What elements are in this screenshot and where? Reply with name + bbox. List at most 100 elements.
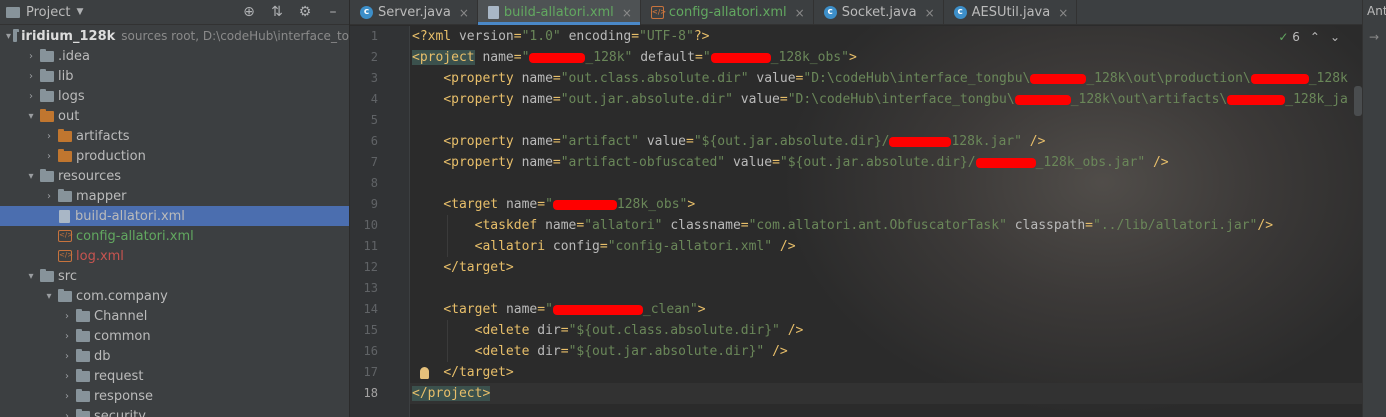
chevron-right-icon[interactable]: › — [60, 331, 74, 342]
inspection-count: 6 — [1292, 30, 1300, 44]
tree-item-label: resources — [58, 168, 122, 184]
tab-label: build-allatori.xml — [503, 5, 614, 20]
tree-item[interactable]: </> config-allatori.xml — [0, 226, 349, 246]
chevron-up-icon[interactable]: ⌃ — [1310, 30, 1320, 44]
chevron-right-icon[interactable]: › — [60, 391, 74, 402]
tree-item[interactable]: › request — [0, 366, 349, 386]
chevron-down-icon[interactable]: ▾ — [24, 111, 38, 122]
lightbulb-icon[interactable] — [420, 367, 429, 379]
tree-item[interactable]: › db — [0, 346, 349, 366]
line-number: 7 — [370, 155, 378, 169]
editor-tab[interactable]: build-allatori.xml × — [477, 0, 641, 25]
chevron-right-icon[interactable]: › — [60, 411, 74, 417]
tree-item[interactable]: ▾ resources — [0, 166, 349, 186]
chevron-right-icon[interactable]: › — [42, 191, 56, 202]
editor-tab[interactable]: c Server.java × — [350, 0, 478, 25]
tree-item[interactable]: ▾ src — [0, 266, 349, 286]
chevron-right-icon[interactable]: › — [24, 71, 38, 82]
editor-tab[interactable]: c AESUtil.java × — [944, 0, 1078, 25]
inspection-widget[interactable]: ✓ 6 ⌃ ⌄ — [1278, 30, 1340, 44]
tree-item[interactable]: › logs — [0, 86, 349, 106]
code-line[interactable]: <target name=" 128k_obs"> — [412, 194, 695, 215]
close-icon[interactable]: × — [622, 6, 632, 20]
tree-item-label: com.company — [76, 288, 168, 304]
close-icon[interactable]: × — [459, 6, 469, 20]
chevron-right-icon[interactable]: › — [60, 311, 74, 322]
chevron-down-icon[interactable]: ▾ — [24, 171, 38, 182]
gear-icon[interactable]: ⚙ — [297, 4, 313, 20]
line-number: 15 — [363, 323, 378, 337]
tree-item[interactable]: › security — [0, 406, 349, 417]
tree-item[interactable]: build-allatori.xml — [0, 206, 349, 226]
tree-item-label: common — [94, 328, 151, 344]
tree-item-label: artifacts — [76, 128, 130, 144]
code-line[interactable]: <allatori config="config-allatori.xml" /… — [412, 236, 796, 257]
code-line[interactable]: <property name="out.jar.absolute.dir" va… — [412, 89, 1348, 110]
tree-item[interactable]: › Channel — [0, 306, 349, 326]
tree-item[interactable]: ▾ out — [0, 106, 349, 126]
editor-tab[interactable]: c Socket.java × — [814, 0, 944, 25]
tree-item[interactable]: ▾ com.company — [0, 286, 349, 306]
tree-item[interactable]: › mapper — [0, 186, 349, 206]
code-line[interactable]: <delete dir="${out.jar.absolute.dir}" /> — [412, 341, 788, 362]
project-panel-title[interactable]: Project — [26, 5, 70, 20]
hide-icon[interactable]: – — [325, 4, 341, 20]
chevron-right-icon[interactable]: › — [60, 351, 74, 362]
chevron-down-icon[interactable]: ⌄ — [1330, 30, 1340, 44]
code-line[interactable]: <property name="out.class.absolute.dir" … — [412, 68, 1348, 89]
line-number: 2 — [370, 50, 378, 64]
tree-item[interactable]: › common — [0, 326, 349, 346]
collapse-all-icon[interactable]: ⇅ — [269, 4, 285, 20]
code-line[interactable]: <property name="artifact" value="${out.j… — [412, 131, 1045, 152]
code-editor[interactable]: 1 2 3 4 5 6 7 8 9 10 11 12 13 14 15 16 17 18 <?xml versio… — [350, 26, 1362, 417]
chevron-right-icon[interactable]: › — [42, 131, 56, 142]
tree-item[interactable]: › response — [0, 386, 349, 406]
file-icon — [59, 209, 70, 223]
tree-item[interactable]: › .idea — [0, 46, 349, 66]
chevron-right-icon[interactable]: › — [24, 51, 38, 62]
code-line[interactable]: <target name=" _clean"> — [412, 299, 705, 320]
chevron-down-icon[interactable]: ▾ — [6, 31, 11, 42]
line-number: 18 — [363, 386, 378, 400]
close-icon[interactable]: × — [925, 6, 935, 20]
tree-item[interactable]: › production — [0, 146, 349, 166]
line-number: 16 — [363, 344, 378, 358]
code-line[interactable]: <project name=" _128k" default=" _128k_obs… — [412, 47, 857, 68]
locate-icon[interactable]: ⊕ — [241, 4, 257, 20]
xml-file-icon: </> — [58, 230, 73, 242]
code-line[interactable]: <property name="artifact-obfuscated" val… — [412, 152, 1168, 173]
chevron-right-icon[interactable]: › — [24, 91, 38, 102]
code-line[interactable]: <?xml version="1.0" encoding="UTF-8"?> — [412, 26, 709, 47]
tree-item[interactable]: › lib — [0, 66, 349, 86]
folder-icon — [58, 188, 72, 202]
folder-icon — [13, 28, 20, 42]
tree-item-label: out — [58, 108, 80, 124]
tree-item[interactable]: › artifacts — [0, 126, 349, 146]
tree-item[interactable]: </> log.xml — [0, 246, 349, 266]
tree-item-label: config-allatori.xml — [76, 228, 194, 244]
line-number: 6 — [370, 134, 378, 148]
code-line[interactable]: </project> — [412, 383, 491, 404]
chevron-down-icon[interactable]: ▾ — [42, 291, 56, 302]
folder-icon — [40, 68, 54, 82]
indent-guide — [447, 215, 448, 257]
tree-item-label: src — [58, 268, 77, 284]
folder-icon — [40, 168, 54, 182]
close-icon[interactable]: × — [795, 6, 805, 20]
editor-tab[interactable]: </> config-allatori.xml × — [641, 0, 814, 25]
chevron-right-icon[interactable]: › — [42, 151, 56, 162]
line-number: 17 — [363, 365, 378, 379]
chevron-down-icon[interactable]: ▼ — [76, 7, 83, 17]
code-line[interactable]: </target> — [412, 257, 513, 278]
arrow-right-icon[interactable]: → — [1369, 30, 1379, 44]
tree-item-label: iridium_128k — [21, 28, 116, 44]
scrollbar[interactable] — [1354, 86, 1362, 116]
code-line[interactable]: <delete dir="${out.class.absolute.dir}" … — [412, 320, 804, 341]
chevron-right-icon[interactable]: › — [60, 371, 74, 382]
tree-item[interactable]: ▾ iridium_128k sources root, D:\codeHub\in… — [0, 26, 349, 46]
line-number: 5 — [370, 113, 378, 127]
ant-tool-button[interactable]: Ant — [1367, 4, 1386, 18]
code-line[interactable]: <taskdef name="allatori" classname="com.… — [412, 215, 1273, 236]
close-icon[interactable]: × — [1058, 6, 1068, 20]
chevron-down-icon[interactable]: ▾ — [24, 271, 38, 282]
